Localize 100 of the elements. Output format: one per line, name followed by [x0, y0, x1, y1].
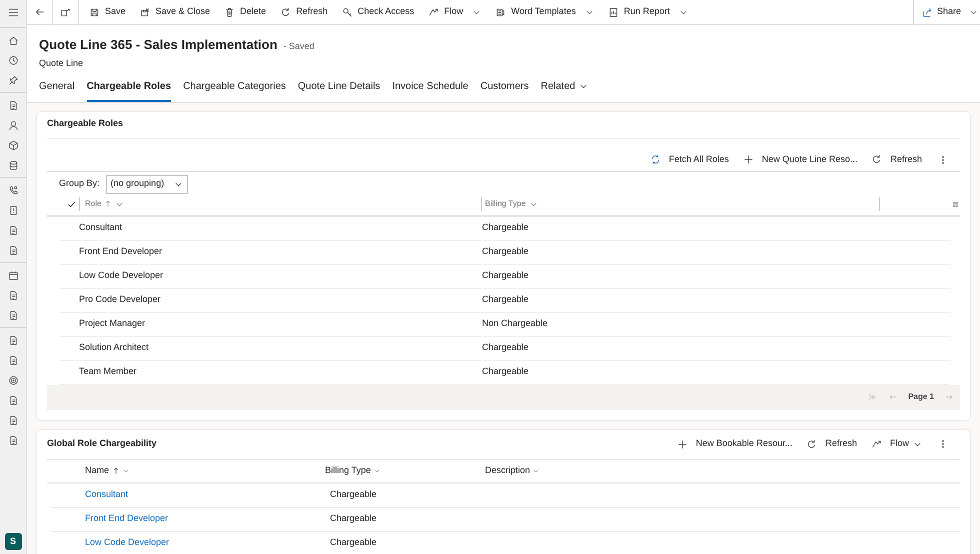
- table-cell-text: Pro Code Developer: [79, 293, 162, 306]
- table-cell-text: Consultant: [79, 221, 124, 234]
- save-icon: [89, 6, 100, 18]
- select-all-checkmark-icon[interactable]: [67, 200, 76, 208]
- column-header[interactable]: Description: [485, 464, 625, 478]
- document-icon[interactable]: [8, 334, 18, 346]
- table-cell-text: Chargeable: [482, 341, 529, 354]
- column-header[interactable]: Name: [85, 464, 325, 478]
- report-icon: [608, 6, 619, 18]
- table-cell-text: Chargeable: [330, 512, 377, 526]
- section-title: Global Role Chargeability: [47, 437, 157, 450]
- sort-ascending-icon: [112, 466, 120, 474]
- toolbar-button[interactable]: Refresh: [871, 152, 922, 166]
- column-header[interactable]: Billing Type: [325, 464, 485, 478]
- document-icon[interactable]: [8, 224, 18, 236]
- document-icon: [495, 6, 506, 18]
- tab[interactable]: Customers: [480, 77, 529, 102]
- toolbar-button[interactable]: New Quote Line Reso...: [742, 152, 858, 166]
- table-cell-text: Non Chargeable: [482, 317, 548, 330]
- document-icon[interactable]: [8, 354, 18, 366]
- magnifier-icon: [342, 6, 353, 18]
- sort-ascending-icon: [104, 200, 112, 208]
- section-title: Chargeable Roles: [47, 112, 960, 138]
- document-icon[interactable]: [8, 244, 18, 256]
- document-alert-icon[interactable]: [8, 204, 18, 216]
- table-cell-text: Chargeable: [482, 365, 529, 378]
- calendar-icon[interactable]: [8, 270, 18, 280]
- command-button[interactable]: Flow: [422, 0, 488, 24]
- tab[interactable]: Related: [540, 77, 588, 102]
- database-icon[interactable]: [8, 160, 18, 170]
- table-cell-text: Low Code Developer: [79, 269, 164, 282]
- home-icon[interactable]: [8, 34, 18, 46]
- table-cell-text: Front End Developer: [79, 245, 164, 258]
- toolbar-button[interactable]: Refresh: [806, 437, 857, 451]
- table-cell-text: Chargeable: [330, 536, 377, 550]
- toolbar-button[interactable]: New Bookable Resour...: [676, 437, 792, 451]
- document-icon[interactable]: [8, 100, 18, 110]
- table-cell-text: Chargeable: [482, 221, 529, 234]
- command-button[interactable]: Share: [920, 0, 980, 24]
- user-avatar[interactable]: S: [4, 533, 22, 550]
- share-icon: [922, 6, 933, 18]
- table-cell-text: Chargeable: [482, 293, 529, 306]
- delete-icon: [224, 6, 236, 18]
- column-settings-icon[interactable]: [951, 200, 960, 208]
- back-icon[interactable]: [34, 6, 46, 18]
- pin-icon[interactable]: [8, 74, 18, 86]
- add-icon: [742, 154, 754, 165]
- refresh-icon: [280, 6, 292, 18]
- table-cell-text: Project Manager: [79, 317, 146, 330]
- tab[interactable]: Chargeable Categories: [183, 77, 286, 102]
- entity-name: Quote Line: [39, 56, 84, 70]
- cube-icon[interactable]: [8, 140, 18, 150]
- command-button[interactable]: Refresh: [274, 0, 334, 24]
- command-button[interactable]: Delete: [218, 0, 272, 24]
- flow-icon: [428, 6, 440, 18]
- person-icon[interactable]: [8, 120, 18, 130]
- chevron-icon: [374, 468, 380, 474]
- tab[interactable]: Quote Line Details: [298, 77, 380, 102]
- table-cell-text: Chargeable: [482, 269, 529, 282]
- popout-icon[interactable]: [60, 6, 71, 18]
- tab[interactable]: General: [39, 77, 75, 102]
- chevron-icon: [123, 468, 130, 474]
- tab[interactable]: Invoice Schedule: [392, 77, 468, 102]
- chevron-icon: [533, 468, 540, 474]
- page-number: Page 1: [908, 391, 934, 403]
- refresh-icon: [871, 154, 882, 165]
- table-cell-text: Team Member: [79, 365, 138, 378]
- command-button[interactable]: Word Templates: [489, 0, 600, 24]
- record-link[interactable]: Front End Developer: [85, 513, 168, 524]
- document-icon[interactable]: [8, 310, 18, 320]
- command-button[interactable]: Run Report: [602, 0, 694, 24]
- command-button[interactable]: Save & Close: [134, 0, 216, 24]
- table-cell-text: Chargeable: [482, 245, 529, 258]
- sync-icon: [650, 154, 661, 165]
- group-by-dropdown[interactable]: (no grouping): [106, 174, 188, 194]
- toolbar-button[interactable]: Fetch All Roles: [650, 152, 729, 166]
- phone-icon[interactable]: [8, 184, 18, 196]
- record-title: Quote Line 365 - Sales Implementation: [39, 36, 278, 54]
- add-icon: [676, 438, 688, 450]
- document-icon[interactable]: [8, 414, 18, 426]
- record-link[interactable]: Low Code Developer: [85, 537, 170, 548]
- command-button[interactable]: Check Access: [336, 0, 420, 24]
- document-icon[interactable]: [8, 290, 18, 300]
- tab[interactable]: Chargeable Roles: [86, 77, 172, 102]
- document-icon[interactable]: [8, 434, 18, 446]
- column-header[interactable]: Role: [79, 197, 481, 211]
- command-button[interactable]: Save: [83, 0, 132, 24]
- target-icon[interactable]: [8, 374, 18, 386]
- flow-icon: [870, 438, 882, 450]
- table-cell-text: Solution Architect: [79, 341, 150, 354]
- clock-icon[interactable]: [8, 54, 18, 66]
- document-icon[interactable]: [8, 394, 18, 406]
- group-by-label: Group By:: [59, 177, 100, 190]
- refresh-icon: [806, 438, 818, 450]
- record-link[interactable]: Consultant: [85, 489, 128, 500]
- toolbar-button[interactable]: Flow: [870, 437, 922, 451]
- menu-icon[interactable]: [6, 6, 20, 19]
- save-status: - Saved: [283, 40, 314, 53]
- table-cell-text: Chargeable: [330, 488, 377, 502]
- save-close-icon: [140, 6, 151, 18]
